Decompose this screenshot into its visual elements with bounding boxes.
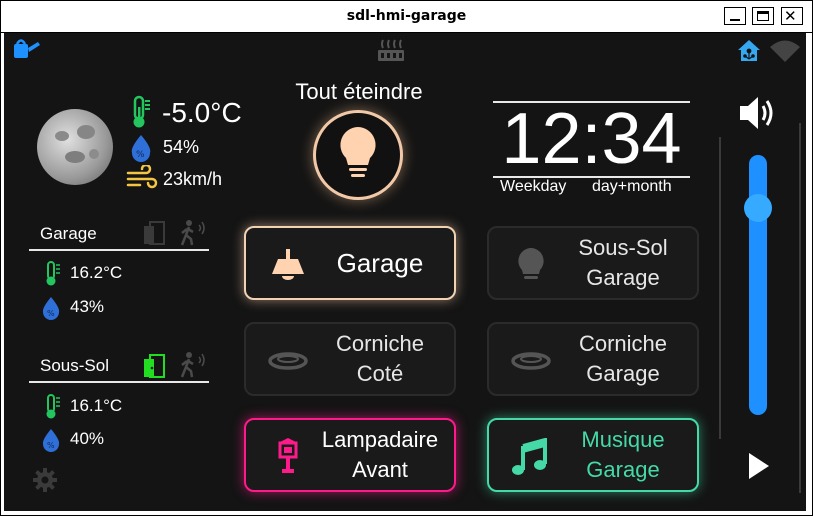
scroll-track-outer — [799, 123, 801, 493]
light-button-lampadaire-avant[interactable]: Lampadaire Avant — [244, 418, 456, 492]
light-button-label: Corniche Coté — [335, 331, 425, 386]
wifi-icon — [770, 40, 800, 62]
thermometer-icon — [46, 261, 60, 286]
title-bar: sdl-hmi-garage ✕ — [1, 1, 812, 33]
motion-sensor-icon — [180, 220, 205, 246]
zone-garage-title: Garage — [40, 224, 97, 243]
ring-light-icon — [268, 352, 308, 370]
svg-text:%: % — [47, 309, 55, 318]
scroll-track — [719, 137, 721, 439]
close-button[interactable]: ✕ — [781, 7, 803, 25]
music-button-label: Musique Garage — [581, 427, 665, 482]
clock-daymonth: day+month — [592, 178, 672, 195]
volume-slider-handle[interactable] — [744, 194, 772, 222]
play-icon[interactable] — [746, 451, 772, 481]
music-button-garage[interactable]: Musique Garage — [487, 418, 699, 492]
clock-weekday: Weekday — [500, 178, 567, 195]
light-button-corniche-cote[interactable]: Corniche Coté — [244, 322, 456, 396]
clock-time: 12:34 — [501, 99, 682, 179]
light-button-label: Sous-Sol Garage — [578, 235, 668, 290]
watering-can-icon[interactable] — [12, 36, 44, 64]
motion-sensor-icon — [180, 352, 205, 378]
svg-text:%: % — [47, 441, 55, 450]
zone-soussol-title: Sous-Sol — [40, 356, 109, 375]
wind-speed: 23km/h — [163, 169, 221, 189]
zone-soussol-temperature: 16.1°C — [70, 396, 123, 415]
outdoor-temperature: -5.0°C — [162, 97, 242, 128]
zone-soussol-divider — [29, 381, 209, 383]
light-button-soussol-garage[interactable]: Sous-Sol Garage — [487, 226, 699, 300]
music-note-icon — [512, 438, 547, 475]
gear-icon[interactable] — [31, 466, 59, 494]
speaker-volume-icon[interactable] — [737, 94, 779, 132]
zone-garage-divider — [29, 249, 209, 251]
humidity-icon: % — [42, 297, 60, 320]
light-button-garage[interactable]: Garage — [244, 226, 456, 300]
humidity-icon: % — [42, 429, 60, 452]
volume-slider[interactable] — [744, 155, 772, 415]
zone-garage-humidity: 43% — [70, 297, 105, 316]
moon-phase-icon — [37, 109, 113, 185]
zone-garage-temperature: 16.2°C — [70, 263, 123, 282]
home-assistant-icon[interactable] — [735, 37, 767, 63]
bulb-icon — [518, 248, 544, 279]
zone-soussol-humidity: 40% — [70, 429, 105, 448]
window-title: sdl-hmi-garage — [346, 8, 467, 24]
humidity-icon: % — [131, 135, 151, 162]
thermometer-icon — [46, 394, 60, 419]
thermometer-icon — [133, 95, 150, 128]
maximize-button[interactable] — [752, 7, 774, 25]
all-off-button[interactable] — [313, 110, 403, 200]
minimize-button[interactable] — [724, 7, 746, 25]
app-window: sdl-hmi-garage ✕ -5.0°C % 54% 23km/h Gar… — [0, 0, 813, 516]
light-button-label: Garage — [336, 248, 424, 278]
light-button-label: Corniche Garage — [578, 331, 668, 386]
ring-light-icon — [511, 352, 551, 370]
light-button-corniche-garage[interactable]: Corniche Garage — [487, 322, 699, 396]
street-lamp-icon — [278, 438, 298, 473]
bulb-icon — [340, 127, 376, 177]
outdoor-humidity: 54% — [163, 137, 200, 157]
all-off-label: Tout éteindre — [295, 79, 423, 104]
close-icon: ✕ — [784, 7, 797, 25]
door-closed-icon[interactable] — [142, 220, 168, 246]
wind-icon — [126, 165, 158, 189]
ceiling-lamp-icon — [272, 249, 304, 280]
svg-text:%: % — [136, 150, 145, 160]
light-button-label: Lampadaire Avant — [321, 427, 439, 482]
door-open-icon[interactable] — [142, 353, 168, 379]
heater-icon[interactable] — [376, 36, 406, 64]
hmi-screen: -5.0°C % 54% 23km/h Garage 16.2°C % 43% … — [4, 33, 806, 511]
